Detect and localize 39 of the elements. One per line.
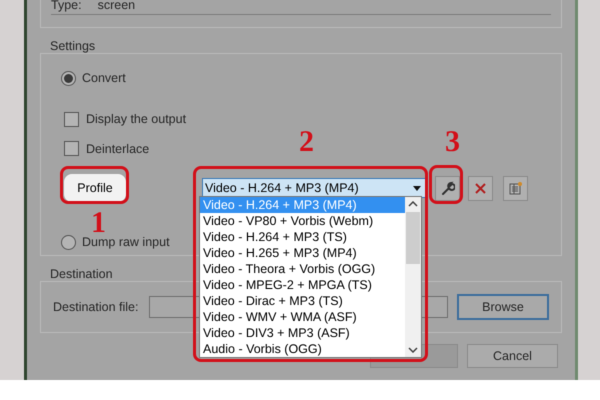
checkbox[interactable] — [64, 141, 79, 156]
chevron-up-icon[interactable] — [408, 201, 418, 207]
caret-icon — [413, 186, 421, 191]
annotation-number: 2 — [299, 126, 314, 158]
wrench-icon — [440, 180, 455, 196]
delete-icon — [473, 180, 488, 196]
dropdown-option[interactable]: Video - WMV + WMA (ASF) — [200, 309, 405, 325]
field-value: screen — [98, 0, 136, 14]
scrollbar-thumb[interactable] — [406, 212, 420, 264]
edit-profile-button[interactable] — [435, 176, 460, 201]
checkbox-label: Display the output — [86, 110, 186, 128]
group-title: Destination — [50, 266, 113, 281]
dropdown-option[interactable]: Video - MPEG-2 + MPGA (TS) — [200, 277, 405, 293]
dropdown-option[interactable]: Video - Dirac + MP3 (TS) — [200, 293, 405, 309]
profile-button[interactable]: Profile — [64, 174, 126, 202]
dropdown-option[interactable]: Video - DIV3 + MP3 (ASF) — [200, 325, 405, 341]
dropdown-option[interactable]: Video - H.265 + MP3 (MP4) — [200, 245, 405, 261]
scrollbar[interactable] — [405, 197, 421, 357]
annotation-frame — [60, 166, 129, 204]
group-title: Settings — [50, 38, 96, 53]
radio-label: Convert — [82, 70, 126, 87]
annotation-number: 3 — [445, 126, 460, 158]
dropdown-option[interactable]: Video - VP80 + Vorbis (Webm) — [200, 213, 405, 229]
dropdown-option[interactable]: Video - H.264 + MP3 (TS) — [200, 229, 405, 245]
chevron-down-icon[interactable] — [408, 347, 418, 353]
dropdown-option[interactable]: Video - Theora + Vorbis (OGG) — [200, 261, 405, 277]
new-profile-button[interactable] — [503, 176, 528, 201]
dropdown-value: Video - H.264 + MP3 (MP4) — [205, 180, 359, 197]
cancel-button[interactable]: Cancel — [467, 344, 558, 368]
list-icon — [508, 180, 523, 196]
field-label: Destination file: — [53, 298, 140, 316]
checkbox-label: Deinterlace — [86, 140, 150, 158]
field-label: Type: — [51, 0, 82, 14]
radio-button[interactable] — [61, 235, 76, 250]
delete-profile-button[interactable] — [468, 176, 493, 201]
checkbox[interactable] — [64, 112, 79, 127]
browse-button[interactable]: Browse — [457, 294, 549, 320]
radio-button[interactable] — [61, 70, 76, 86]
dropdown-option[interactable]: Audio - Vorbis (OGG) — [200, 341, 405, 357]
